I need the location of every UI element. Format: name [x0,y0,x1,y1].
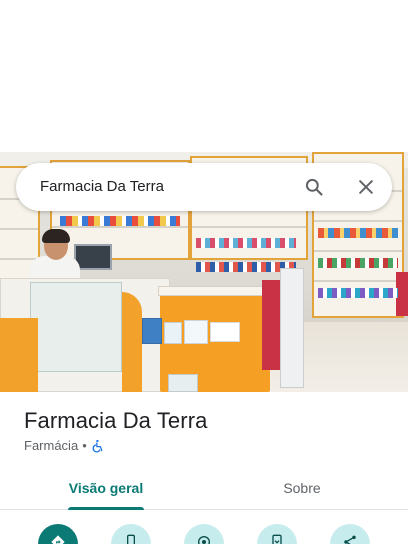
photo-red-fixture [262,280,282,370]
tab-selected-indicator [68,507,144,510]
directions-button[interactable] [38,524,78,544]
location-icon [196,534,212,544]
search-query-text[interactable]: Farmacia Da Terra [40,178,164,195]
save-icon [269,534,285,544]
photo-products [60,216,180,226]
send-to-phone-button[interactable] [257,524,297,544]
tab-bar: Visão geral Sobre [0,466,408,510]
photo-products [318,228,398,238]
photo-products [318,258,398,268]
photo-product-box [184,320,208,344]
photo-display-top [158,286,272,296]
call-button[interactable] [111,524,151,544]
photo-product-box [168,374,198,392]
share-icon [342,534,358,544]
close-icon[interactable] [356,177,376,197]
photo-glass-case [30,282,122,372]
photo-product-box [210,322,240,342]
photo-product-box [164,322,182,344]
share-button[interactable] [330,524,370,544]
photo-products [318,288,398,298]
place-subtitle: Farmácia • [24,438,105,453]
action-buttons-row [0,516,408,544]
photo-products [196,238,296,248]
map-area-blank [0,0,408,152]
search-bar[interactable]: Farmacia Da Terra [16,163,392,211]
tab-overview[interactable]: Visão geral [36,466,176,510]
place-category: Farmácia [24,438,79,453]
phone-icon [123,534,139,544]
separator-dot: • [82,438,87,453]
tab-about[interactable]: Sobre [232,466,372,510]
photo-counter-orange [122,292,142,392]
directions-icon [50,534,66,544]
search-icon[interactable] [304,177,324,197]
photo-product-box [142,318,162,344]
photo-shelf-unit [280,268,304,388]
place-title: Farmacia Da Terra [24,408,208,433]
nearby-button[interactable] [184,524,224,544]
photo-counter-orange [0,318,38,392]
photo-person-hair [42,229,70,243]
wheelchair-accessible-icon [91,439,105,453]
